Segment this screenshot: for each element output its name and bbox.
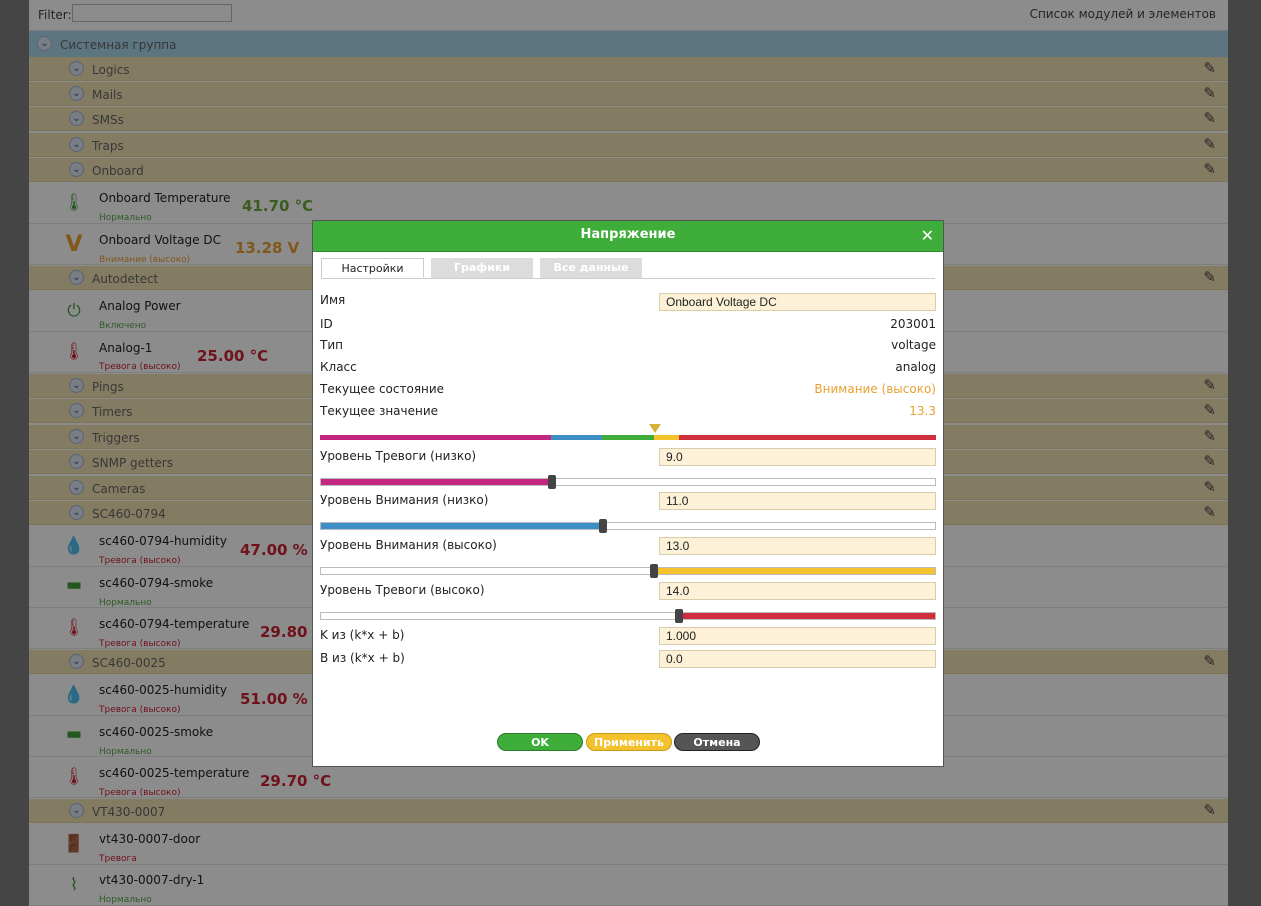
- state-label: Текущее состояние: [320, 382, 445, 396]
- settings-dialog: Напряжение ✕ Настройки Графики Все данны…: [312, 220, 944, 767]
- slider-fill: [321, 523, 602, 529]
- b-coefficient-label: B из (k*x + b): [320, 651, 405, 665]
- class-value: analog: [895, 360, 936, 374]
- id-label: ID: [320, 317, 333, 331]
- warn-high-zone: [654, 435, 679, 440]
- normal-zone: [602, 435, 654, 440]
- tab-graphs[interactable]: Графики: [431, 258, 533, 278]
- slider-fill: [654, 568, 935, 574]
- alarm-low-label: Уровень Тревоги (низко): [320, 449, 477, 463]
- warn-low-slider[interactable]: [320, 519, 936, 533]
- name-input[interactable]: [659, 293, 936, 311]
- current-value-marker: [649, 424, 661, 433]
- ok-button[interactable]: OK: [497, 733, 583, 751]
- alarm-high-slider[interactable]: [320, 609, 936, 623]
- warn-low-label: Уровень Внимания (низко): [320, 493, 489, 507]
- id-value: 203001: [890, 317, 936, 331]
- k-coefficient-input[interactable]: [659, 627, 936, 645]
- slider-fill: [321, 479, 551, 485]
- cancel-button[interactable]: Отмена: [674, 733, 760, 751]
- alarm-high-input[interactable]: [659, 582, 936, 600]
- state-value: Внимание (высоко): [814, 382, 936, 396]
- alarm-low-input[interactable]: [659, 448, 936, 466]
- dialog-header: Напряжение ✕: [313, 221, 943, 252]
- warn-low-zone: [551, 435, 602, 440]
- alarm-low-slider[interactable]: [320, 475, 936, 489]
- apply-button[interactable]: Применить: [586, 733, 672, 751]
- warn-low-input[interactable]: [659, 492, 936, 510]
- current-value: 13.3: [909, 404, 936, 418]
- tab-all-data[interactable]: Все данные: [540, 258, 642, 278]
- slider-handle[interactable]: [599, 519, 607, 533]
- alarm-high-label: Уровень Тревоги (высоко): [320, 583, 485, 597]
- k-coefficient-label: K из (k*x + b): [320, 628, 405, 642]
- tab-settings[interactable]: Настройки: [321, 258, 424, 278]
- warn-high-input[interactable]: [659, 537, 936, 555]
- slider-handle[interactable]: [548, 475, 556, 489]
- warn-high-label: Уровень Внимания (высоко): [320, 538, 497, 552]
- warn-high-slider[interactable]: [320, 564, 936, 578]
- name-label: Имя: [320, 293, 346, 307]
- class-label: Класс: [320, 360, 357, 374]
- slider-handle[interactable]: [675, 609, 683, 623]
- type-label: Тип: [320, 338, 343, 352]
- slider-fill: [679, 613, 935, 619]
- slider-handle[interactable]: [650, 564, 658, 578]
- tab-bar: Настройки Графики Все данные: [321, 258, 935, 279]
- current-value-label: Текущее значение: [320, 404, 439, 418]
- alarm-high-zone: [679, 435, 936, 440]
- alarm-low-zone: [320, 435, 551, 440]
- level-scale-bar: [320, 435, 936, 440]
- b-coefficient-input[interactable]: [659, 650, 936, 668]
- dialog-title: Напряжение: [580, 227, 676, 242]
- type-value: voltage: [891, 338, 936, 352]
- close-icon[interactable]: ✕: [921, 226, 934, 245]
